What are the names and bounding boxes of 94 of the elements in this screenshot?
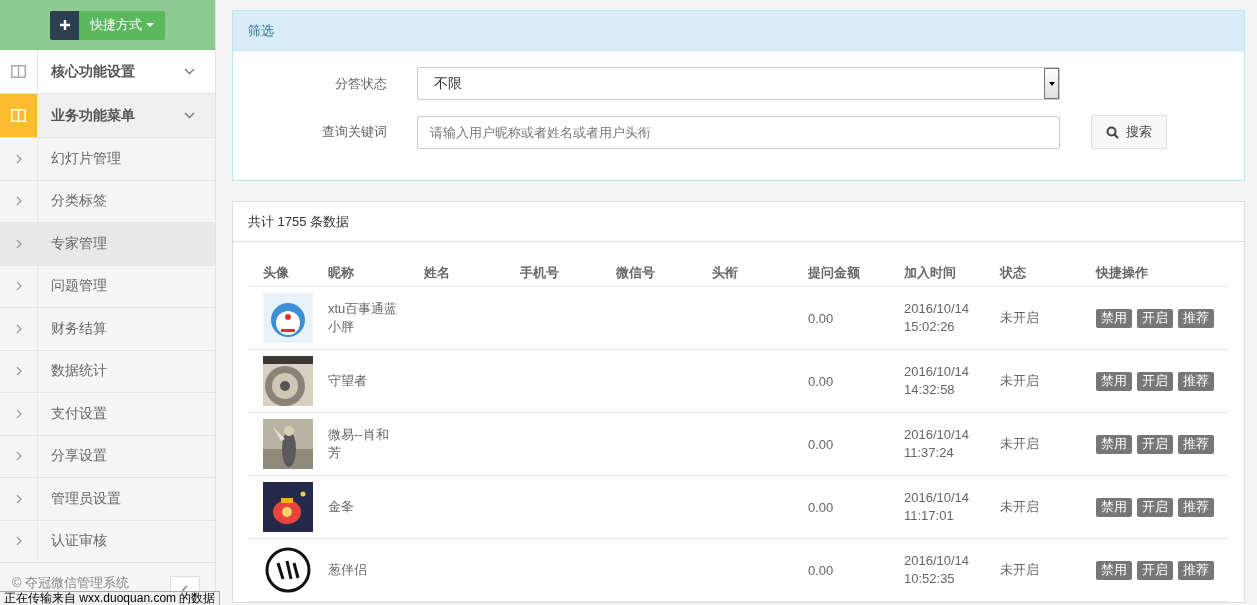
- sidebar-item-label: 幻灯片管理: [51, 149, 121, 168]
- column-header: 手机号: [519, 263, 560, 282]
- sidebar-item[interactable]: 管理员设置: [0, 478, 215, 521]
- column-header: 提问金额: [807, 263, 861, 282]
- shortcut-dropdown-button[interactable]: 快捷方式: [79, 10, 165, 40]
- chevron-right-icon: [15, 196, 22, 207]
- action-button[interactable]: 禁用: [1096, 371, 1132, 391]
- column-header: 昵称: [327, 263, 355, 282]
- add-button[interactable]: [50, 10, 79, 40]
- keyword-field[interactable]: 请输入用户昵称或者姓名或者用户头衔: [417, 115, 1060, 149]
- action-button[interactable]: 开启: [1137, 560, 1173, 580]
- action-button[interactable]: 推荐: [1178, 371, 1214, 391]
- sidebar-item[interactable]: 认证审核: [0, 520, 215, 563]
- column-header: 头像: [262, 263, 290, 282]
- status-tooltip: 正在传输来自 wxx.duoquan.com 的数据: [0, 591, 221, 605]
- chevron-right-icon: [15, 323, 22, 334]
- columns-icon: [11, 109, 26, 122]
- caret-icon: [146, 23, 154, 27]
- sidebar-item-label: 问题管理: [51, 277, 107, 296]
- search-button[interactable]: 搜索: [1091, 115, 1167, 149]
- action-button[interactable]: 开启: [1137, 434, 1173, 454]
- sidebar-item-label: 支付设置: [51, 404, 107, 423]
- search-icon: [1106, 125, 1119, 139]
- action-button[interactable]: 开启: [1137, 497, 1173, 517]
- table-cell-text: 2016/10/14 14:32:58: [904, 363, 971, 399]
- sidebar-item-label: 分类标签: [51, 192, 107, 211]
- action-button[interactable]: 开启: [1137, 308, 1173, 328]
- chevron-right-icon: [15, 451, 22, 462]
- chevron-right-icon: [15, 238, 22, 249]
- action-button[interactable]: 开启: [1137, 371, 1173, 391]
- table-cell-text: 2016/10/14 10:52:35: [904, 552, 971, 588]
- chevron-right-icon: [15, 366, 22, 377]
- table-cell: 0.00: [808, 310, 834, 326]
- table-cell: 0.00: [808, 436, 834, 452]
- panel-title: 筛选: [248, 21, 274, 40]
- sidebar-item[interactable]: 问题管理: [0, 265, 215, 308]
- table-cell: 未开启: [1000, 310, 1039, 325]
- table-cell: 未开启: [1000, 499, 1039, 514]
- column-header: 快捷操作: [1094, 263, 1149, 282]
- action-button[interactable]: 禁用: [1096, 434, 1132, 454]
- table-cell-text: 守望者: [328, 372, 368, 390]
- table-cell: 未开启: [1000, 373, 1039, 388]
- action-button[interactable]: 推荐: [1178, 308, 1214, 328]
- column-header: 状态: [998, 263, 1027, 282]
- chevron-down-icon: [184, 112, 195, 119]
- action-button[interactable]: 推荐: [1178, 560, 1214, 580]
- menu-group-label: 业务功能菜单: [51, 106, 135, 125]
- table-cell-text: 葱伴侣: [328, 561, 368, 579]
- table-cell-text: 金夆: [328, 498, 355, 516]
- table-cell-text: 微易--肖和芳: [328, 426, 390, 462]
- columns-icon: [11, 65, 26, 78]
- sidebar-item[interactable]: 财务结算: [0, 308, 215, 351]
- field-label: 分答状态: [334, 74, 387, 93]
- sidebar-item[interactable]: 专家管理: [0, 223, 215, 266]
- action-button[interactable]: 禁用: [1096, 308, 1132, 328]
- table-cell-text: 2016/10/14 11:17:01: [904, 489, 971, 525]
- chevron-right-icon: [15, 536, 22, 547]
- column-header: 头衔: [711, 263, 739, 282]
- sidebar-item-label: 认证审核: [51, 532, 107, 551]
- column-header: 姓名: [423, 263, 451, 282]
- sidebar-item[interactable]: 数据统计: [0, 350, 215, 393]
- plus-icon: [59, 20, 70, 30]
- sidebar-item[interactable]: 支付设置: [0, 393, 215, 436]
- sidebar-item[interactable]: 幻灯片管理: [0, 138, 215, 181]
- field-label: 查询关键词: [321, 123, 387, 141]
- menu-group-label: 核心功能设置: [51, 62, 135, 81]
- table-cell: 0.00: [808, 562, 834, 578]
- record-count: 共计 1755 条数据: [248, 212, 350, 231]
- table-cell: 0.00: [808, 373, 834, 389]
- sidebar-item[interactable]: 分享设置: [0, 435, 215, 478]
- action-button[interactable]: 推荐: [1178, 497, 1214, 517]
- action-button[interactable]: 禁用: [1096, 560, 1132, 580]
- table-cell: 未开启: [1000, 436, 1039, 451]
- table-cell: 0.00: [808, 499, 834, 515]
- chevron-right-icon: [15, 408, 22, 419]
- status-select[interactable]: 不限: [417, 67, 1060, 100]
- table-cell-text: 2016/10/14 15:02:26: [904, 300, 971, 336]
- chevron-right-icon: [15, 281, 22, 292]
- sidebar-item-label: 财务结算: [51, 319, 107, 338]
- sidebar-item-label: 管理员设置: [51, 489, 121, 508]
- footer-text: © 夺冠微信管理系统: [12, 574, 130, 592]
- column-header: 微信号: [615, 263, 656, 282]
- chevron-right-icon: [15, 153, 22, 164]
- action-button[interactable]: 禁用: [1096, 497, 1132, 517]
- sidebar-item-label: 分享设置: [51, 447, 107, 466]
- table-cell: xtu百事通蓝小胖: [328, 300, 398, 336]
- action-button[interactable]: 推荐: [1178, 434, 1214, 454]
- column-header: 加入时间: [903, 263, 957, 282]
- chevron-down-icon: [184, 68, 195, 75]
- table-cell: 未开启: [1000, 562, 1039, 577]
- sidebar-item-label: 专家管理: [51, 234, 107, 253]
- chevron-right-icon: [15, 493, 22, 504]
- table-cell-text: 2016/10/14 11:37:24: [904, 426, 971, 462]
- sidebar-item-label: 数据统计: [51, 362, 107, 381]
